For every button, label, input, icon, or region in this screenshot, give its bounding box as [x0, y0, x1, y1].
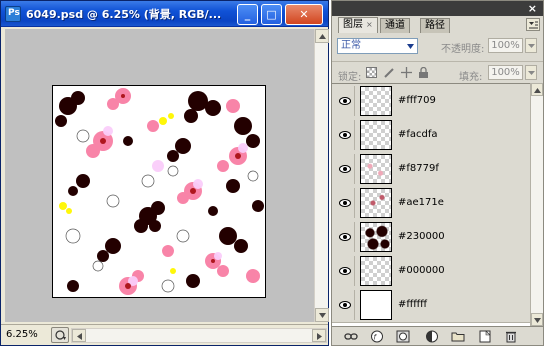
eye-icon	[339, 97, 351, 105]
visibility-toggle[interactable]	[335, 188, 355, 218]
floral-pattern-image	[53, 86, 265, 297]
layer-row[interactable]: #f8779f	[332, 152, 530, 187]
document-title: 6049.psd @ 6.25% (背景, RGB/...	[26, 8, 222, 21]
layer-thumbnail	[360, 154, 392, 184]
scroll-up-icon[interactable]	[531, 83, 543, 96]
panel-title-strip[interactable]: ×	[332, 1, 543, 16]
layer-thumbnail	[360, 86, 392, 116]
mask-icon[interactable]	[396, 330, 410, 343]
link-icon[interactable]	[344, 330, 358, 343]
group-folder-icon[interactable]	[451, 330, 465, 343]
layers-panel: × 图层 × 通道 路径 正常 不透明度: 100% 锁定: 填充: 100% …	[331, 0, 544, 346]
photoshop-app-icon[interactable]: Ps	[5, 6, 21, 22]
lock-transparent-icon[interactable]	[366, 67, 377, 78]
lock-row: 锁定: 填充: 100%	[332, 61, 543, 83]
blend-mode-row: 正常 不透明度: 100%	[332, 34, 543, 58]
visibility-toggle[interactable]	[335, 256, 355, 286]
scroll-down-icon[interactable]	[315, 308, 329, 322]
opacity-label: 不透明度:	[441, 44, 485, 55]
status-bar: 6.25%	[1, 324, 328, 345]
eye-icon	[339, 301, 351, 309]
layer-name: #fff709	[398, 95, 436, 106]
layer-thumbnail	[360, 256, 392, 286]
blend-mode-select[interactable]: 正常	[337, 38, 418, 54]
scroll-up-icon[interactable]	[315, 29, 329, 43]
layer-row[interactable]: #fff709	[332, 84, 530, 119]
eye-icon	[339, 267, 351, 275]
scroll-right-icon[interactable]	[312, 329, 326, 342]
triangle-down-icon	[528, 71, 535, 75]
layer-thumbnail	[360, 290, 392, 320]
layer-row[interactable]: #000000	[332, 254, 530, 289]
layers-footer: f	[332, 326, 543, 345]
trash-icon[interactable]	[504, 330, 518, 343]
eye-icon	[339, 199, 351, 207]
visibility-toggle[interactable]	[335, 154, 355, 184]
adjustment-icon[interactable]	[425, 330, 439, 343]
panel-menu-icon	[529, 21, 538, 29]
opacity-field[interactable]: 100%	[488, 38, 523, 53]
close-icon[interactable]: ×	[528, 2, 537, 15]
layer-name: #f8779f	[398, 163, 439, 174]
layer-thumbnail	[360, 222, 392, 252]
layer-row[interactable]: #facdfa	[332, 118, 530, 153]
fill-label: 填充:	[459, 72, 483, 83]
eye-icon	[339, 233, 351, 241]
layer-name: #ae171e	[398, 197, 444, 208]
panel-menu-button[interactable]	[526, 18, 540, 31]
layer-thumbnail	[360, 188, 392, 218]
layer-name: #230000	[398, 231, 445, 242]
fx-icon[interactable]: f	[370, 330, 384, 343]
triangle-right-icon	[528, 44, 535, 48]
layer-name: #facdfa	[398, 129, 438, 140]
zoom-field[interactable]: 6.25%	[4, 328, 48, 343]
layer-row[interactable]: #ae171e	[332, 186, 530, 221]
maximize-button[interactable]: □	[261, 4, 282, 25]
canvas-area[interactable]	[5, 29, 314, 322]
vertical-scrollbar[interactable]	[314, 29, 329, 322]
fill-slider-button[interactable]	[525, 65, 537, 80]
lock-icon[interactable]	[418, 67, 429, 78]
document-window: Ps 6049.psd @ 6.25% (背景, RGB/... _ □ ✕ 6…	[0, 0, 329, 346]
layers-scrollbar[interactable]	[530, 83, 543, 326]
horizontal-scrollbar[interactable]	[71, 328, 327, 343]
visibility-toggle[interactable]	[335, 290, 355, 320]
visibility-toggle[interactable]	[335, 86, 355, 116]
layer-name: #000000	[398, 265, 445, 276]
layer-thumbnail	[360, 120, 392, 150]
status-menu-button[interactable]	[51, 327, 69, 343]
layer-row[interactable]: #230000	[332, 220, 530, 255]
lock-label: 锁定:	[338, 72, 362, 83]
document-titlebar[interactable]: Ps 6049.psd @ 6.25% (背景, RGB/... _ □ ✕	[1, 1, 328, 27]
scroll-down-icon[interactable]	[531, 313, 543, 326]
tab-close-icon[interactable]: ×	[366, 20, 373, 29]
fill-field[interactable]: 100%	[488, 65, 523, 80]
visibility-toggle[interactable]	[335, 222, 355, 252]
status-menu-icon	[55, 330, 66, 340]
scroll-left-icon[interactable]	[72, 329, 86, 342]
eye-icon	[339, 131, 351, 139]
chevron-down-icon	[407, 44, 414, 49]
eye-icon	[339, 165, 351, 173]
new-layer-icon[interactable]	[478, 330, 492, 343]
layer-name: #ffffff	[398, 299, 428, 310]
tab-layers[interactable]: 图层 ×	[338, 17, 378, 33]
close-button[interactable]: ✕	[285, 4, 323, 25]
canvas-image[interactable]	[52, 85, 266, 298]
minimize-button[interactable]: _	[237, 4, 258, 25]
tab-paths[interactable]: 路径	[420, 18, 450, 33]
layer-row[interactable]: #ffffff	[332, 288, 530, 323]
visibility-toggle[interactable]	[335, 120, 355, 150]
opacity-slider-button[interactable]	[525, 38, 537, 53]
brush-icon[interactable]	[384, 67, 395, 78]
move-icon[interactable]	[401, 67, 412, 78]
tab-channels[interactable]: 通道	[380, 18, 410, 33]
panel-tabs: 图层 × 通道 路径	[334, 16, 543, 33]
layers-list[interactable]: #fff709 #facdfa #f8779f #ae171e #230000 …	[332, 83, 530, 326]
